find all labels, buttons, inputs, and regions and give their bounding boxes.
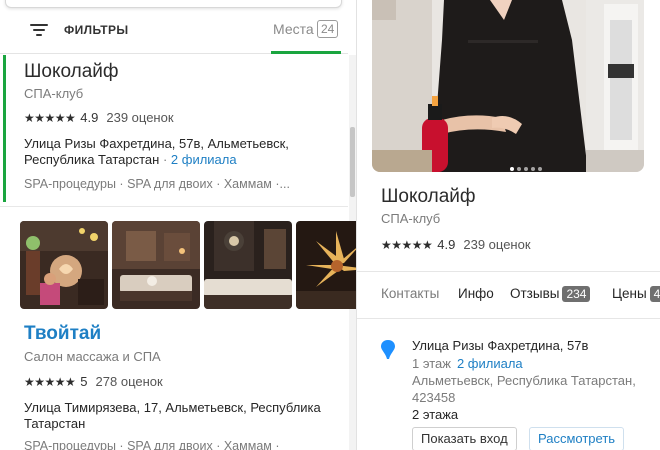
photo-thumbnail[interactable] [296,221,356,309]
address-text: Улица Ризы Фахретдина, 57в, Альметьевск,… [24,136,289,167]
result-card-shokolife[interactable]: Шоколайф СПА-клуб ★★★★★ 4.9 239 оценок Ули… [0,55,348,207]
rating-value: 5 [80,374,88,389]
place-type: СПА-клуб [381,211,441,226]
rating-count[interactable]: 278 оценок [96,374,163,389]
search-box-edge[interactable] [5,0,342,8]
photo-thumbnail[interactable] [112,221,200,309]
rating-count[interactable]: 239 оценок [463,237,530,252]
contact-street[interactable]: Улица Ризы Фахретдина, 57в [412,338,588,353]
view-button[interactable]: Рассмотреть [529,427,625,450]
contact-city: Альметьевск, Республика Татарстан, [412,373,636,388]
contact-postcode: 423458 [412,390,456,405]
result-title[interactable]: Шоколайф [24,61,119,83]
carousel-dots[interactable] [510,158,545,172]
rating-stars: ★★★★★ [381,238,433,252]
result-photos[interactable] [20,221,356,309]
location-pin-icon [381,340,395,360]
show-entrance-button[interactable]: Показать вход [412,427,517,450]
active-indicator [3,55,6,202]
tab-prices[interactable]: Цены 4 [612,286,660,302]
photo-thumbnail[interactable] [204,221,292,309]
rating-count[interactable]: 239 оценок [106,110,173,125]
tab-contacts[interactable]: Контакты [381,286,439,301]
rating-value: 4.9 [437,237,456,252]
rating-stars: ★★★★★ [24,111,76,125]
contact-floor: 1 этаж 2 филиала [412,356,523,371]
prices-count-badge: 4 [649,286,660,302]
contact-floor2: 2 этажа [412,407,459,422]
contact-section: Улица Ризы Фахретдина, 57в 1 этаж 2 филиа… [357,320,660,450]
tab-prices-label: Цены [612,286,647,301]
result-categories: SPA-процедуры · SPA для двоих · Хаммам ·… [24,177,290,191]
tab-reviews-label: Отзывы [510,286,560,301]
result-rating: ★★★★★ 5 278 оценок [24,374,163,389]
result-type: СПА-клуб [24,86,84,101]
photo-thumbnail[interactable] [20,221,108,309]
tab-reviews[interactable]: Отзывы 234 [510,286,591,302]
scrollbar-thumb[interactable] [350,127,355,197]
result-type: Салон массажа и СПА [24,349,161,364]
result-address: Улица Ризы Фахретдина, 57в, Альметьевск,… [24,136,289,167]
place-details-panel: Шоколайф СПА-клуб ★★★★★ 4.9 239 оценок Кон… [357,0,660,450]
rating-value: 4.9 [80,110,99,125]
tab-places-label: Места [273,21,314,37]
place-title: Шоколайф [381,186,476,207]
result-categories: SPA-процедуры · SPA для двоих · Хаммам · [24,439,280,450]
places-count-badge: 24 [317,20,339,38]
floor-text: 1 этаж [412,356,451,371]
tab-places[interactable]: Места 24 [271,10,341,54]
result-rating: ★★★★★ 4.9 239 оценок [24,110,174,125]
filters-button[interactable]: ФИЛЬТРЫ [64,23,129,37]
results-panel: ФИЛЬТРЫ Места 24 Шоколайф СПА-клуб ★★★★★… [0,0,357,450]
filters-icon[interactable] [30,24,48,38]
tab-info[interactable]: Инфо [458,286,494,301]
place-rating: ★★★★★ 4.9 239 оценок [381,237,531,252]
result-address: Улица Тимирязева, 17, Альметьевск, Респу… [24,400,321,431]
branches-link[interactable]: 2 филиала [171,152,237,167]
rating-stars: ★★★★★ [24,375,76,389]
branches-link[interactable]: 2 филиала [457,356,523,371]
result-title[interactable]: Твойтай [24,323,101,345]
details-tabs: Контакты Инфо Отзывы 234 Цены 4 [357,271,660,319]
place-photo[interactable] [372,0,644,172]
filters-bar: ФИЛЬТРЫ Места 24 [0,10,348,54]
reviews-count-badge: 234 [562,286,591,302]
